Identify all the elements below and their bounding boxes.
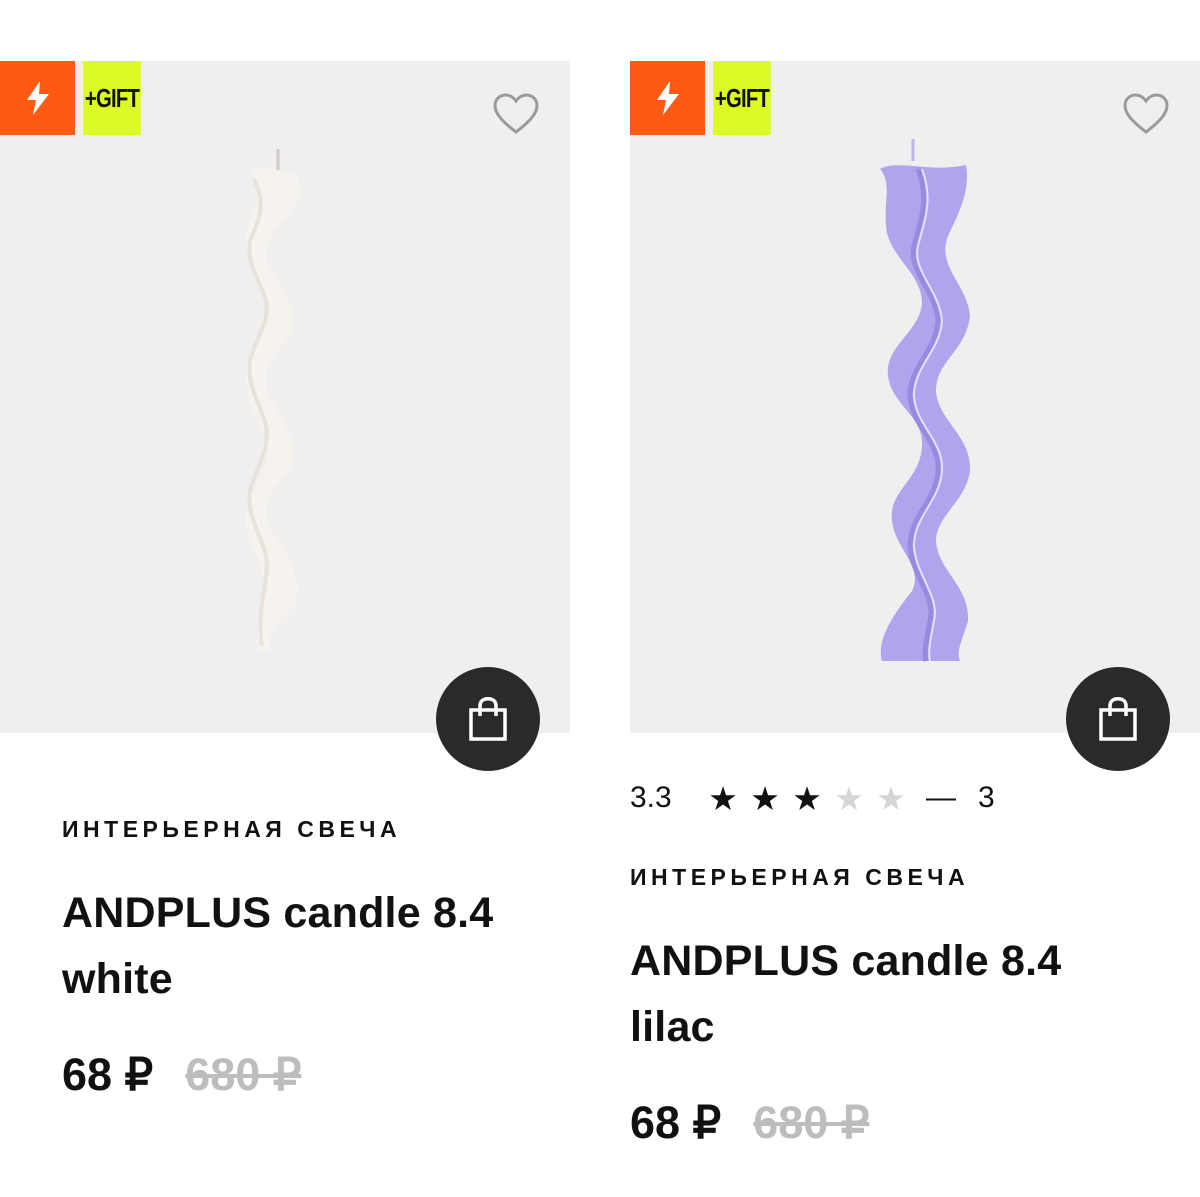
- product-category: ИНТЕРЬЕРНАЯ СВЕЧА: [630, 864, 970, 890]
- candle-image: [246, 149, 300, 651]
- rating-value: 3.3: [630, 781, 672, 814]
- product-title-line1[interactable]: ANDPLUS candle 8.4: [630, 928, 1130, 994]
- star-icon: ★: [750, 779, 780, 817]
- star-empty-icon: ★: [834, 779, 864, 817]
- product-card-lilac[interactable]: +GIFT 3.3 ★ ★ ★ ★ ★ — 3 ИНТЕРЬЕРНАЯ СВЕЧ…: [630, 0, 1200, 1197]
- product-title[interactable]: ANDPLUS candle 8.4 white: [62, 880, 562, 1012]
- product-image[interactable]: +GIFT: [0, 61, 570, 733]
- current-price: 68 ₽: [62, 1049, 154, 1100]
- star-empty-icon: ★: [876, 779, 906, 817]
- gift-badge: +GIFT: [83, 61, 141, 135]
- gift-badge: +GIFT: [713, 61, 771, 135]
- product-card-white[interactable]: +GIFT ИНТЕРЬЕРНАЯ СВЕЧА ANDPLUS candle 8…: [0, 0, 570, 1197]
- review-count[interactable]: 3: [978, 781, 995, 815]
- product-category: ИНТЕРЬЕРНАЯ СВЕЧА: [62, 816, 402, 842]
- rating[interactable]: 3.3 ★ ★ ★ ★ ★ — 3: [630, 778, 995, 818]
- star-icon: ★: [792, 779, 822, 817]
- lightning-icon: [656, 81, 679, 115]
- lightning-icon: [26, 81, 49, 115]
- add-to-cart-button[interactable]: [1066, 667, 1170, 771]
- add-to-cart-button[interactable]: [436, 667, 540, 771]
- price-row: 68 ₽ 680 ₽: [62, 1048, 301, 1101]
- old-price: 680 ₽: [753, 1097, 870, 1148]
- favorite-button[interactable]: [1122, 91, 1170, 137]
- product-title-line2[interactable]: lilac: [630, 994, 1130, 1060]
- product-title-line1[interactable]: ANDPLUS candle 8.4: [62, 880, 562, 946]
- old-price: 680 ₽: [185, 1049, 302, 1100]
- shopping-bag-icon: [469, 697, 507, 741]
- candle-body: [246, 166, 300, 651]
- candle-image: [880, 139, 971, 662]
- rating-stars: ★ ★ ★ ★ ★: [702, 782, 912, 815]
- favorite-button[interactable]: [492, 91, 540, 137]
- product-title-line2[interactable]: white: [62, 946, 562, 1012]
- current-price: 68 ₽: [630, 1097, 722, 1148]
- shopping-bag-icon: [1099, 697, 1137, 741]
- heart-icon: [1123, 93, 1169, 134]
- lightning-badge: [630, 61, 705, 135]
- price-row: 68 ₽ 680 ₽: [630, 1096, 869, 1149]
- lightning-badge: [0, 61, 75, 135]
- rating-separator: —: [926, 781, 956, 814]
- heart-icon: [493, 93, 539, 134]
- product-image[interactable]: +GIFT: [630, 61, 1200, 733]
- product-title[interactable]: ANDPLUS candle 8.4 lilac: [630, 928, 1130, 1060]
- star-icon: ★: [708, 779, 738, 817]
